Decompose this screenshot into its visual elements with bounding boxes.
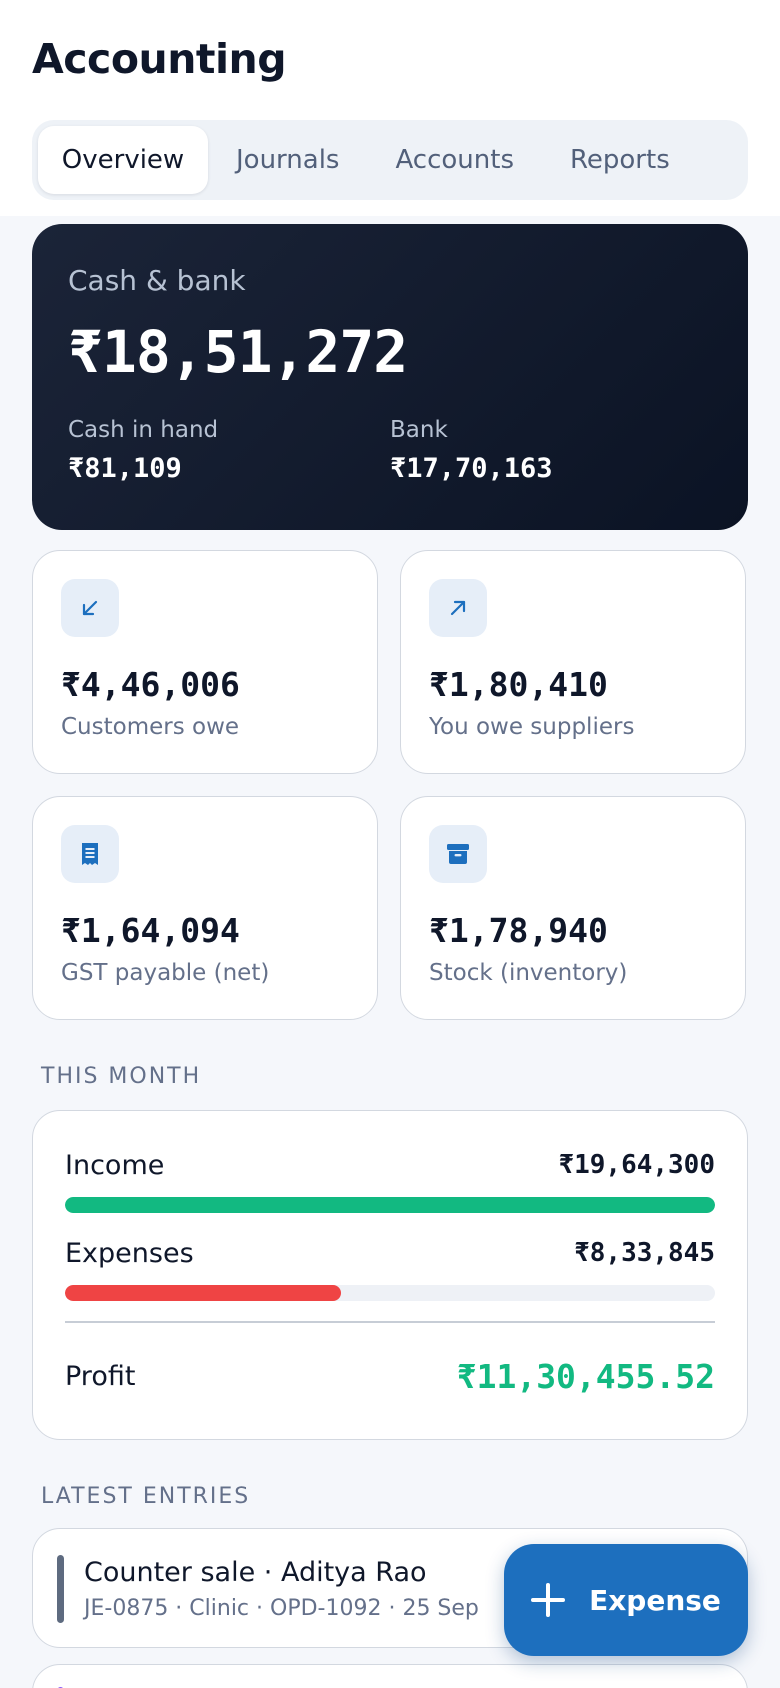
tab-reports[interactable]: Reports — [542, 126, 698, 194]
tab-overview[interactable]: Overview — [38, 126, 208, 194]
cash-in-hand-value: ₹81,109 — [68, 453, 182, 484]
income-label: Income — [65, 1149, 165, 1181]
header: Accounting Overview Journals Accounts Re… — [0, 0, 780, 216]
cash-bank-card[interactable]: Cash & bank ₹18,51,272 Cash in hand ₹81,… — [32, 224, 748, 530]
payables-label: You owe suppliers — [429, 714, 635, 740]
profit-row: Profit ₹11,30,455.52 — [65, 1355, 715, 1399]
receivables-value: ₹4,46,006 — [61, 665, 240, 704]
page-title: Accounting — [32, 35, 287, 83]
gst-card[interactable]: ₹1,64,094 GST payable (net) — [32, 796, 378, 1020]
expenses-bar-fill — [65, 1285, 341, 1301]
bank-balance: Bank ₹17,70,163 — [390, 414, 712, 488]
arrow-up-right-icon — [429, 579, 487, 637]
cash-bank-label: Cash & bank — [68, 264, 246, 297]
cash-in-hand-label: Cash in hand — [68, 417, 219, 443]
tab-journals[interactable]: Journals — [208, 126, 367, 194]
cash-bank-total: ₹18,51,272 — [68, 318, 408, 386]
entry-meta: JE-0875 · Clinic · OPD-1092 · 25 Sep — [84, 1596, 479, 1621]
cash-in-hand: Cash in hand ₹81,109 — [68, 414, 390, 488]
arrow-down-left-icon — [61, 579, 119, 637]
income-value: ₹19,64,300 — [558, 1150, 715, 1180]
divider — [65, 1321, 715, 1323]
income-bar-fill — [65, 1197, 715, 1213]
gst-label: GST payable (net) — [61, 960, 270, 986]
entry-title: Counter sale · Aditya Rao — [84, 1557, 427, 1588]
this-month-card: Income ₹19,64,300 Expenses ₹8,33,845 Pro… — [32, 1110, 748, 1440]
overview-content: Cash & bank ₹18,51,272 Cash in hand ₹81,… — [0, 216, 780, 1688]
add-expense-button[interactable]: Expense — [504, 1544, 748, 1656]
tab-bar: Overview Journals Accounts Reports — [32, 120, 748, 200]
profit-value: ₹11,30,455.52 — [456, 1357, 715, 1396]
latest-entries-heading: LATEST ENTRIES — [41, 1484, 251, 1509]
this-month-heading: THIS MONTH — [41, 1064, 202, 1089]
expenses-bar — [65, 1285, 715, 1301]
entry-text: Counter sale · Aditya Rao JE-0875 · Clin… — [84, 1555, 479, 1647]
entry-type-stripe — [57, 1555, 64, 1623]
list-item[interactable] — [32, 1664, 748, 1688]
expenses-label: Expenses — [65, 1237, 194, 1269]
stock-value: ₹1,78,940 — [429, 911, 608, 950]
tab-accounts[interactable]: Accounts — [367, 126, 542, 194]
payables-card[interactable]: ₹1,80,410 You owe suppliers — [400, 550, 746, 774]
bank-label: Bank — [390, 417, 448, 443]
receivables-label: Customers owe — [61, 714, 240, 740]
add-expense-label: Expense — [589, 1583, 721, 1617]
income-row: Income ₹19,64,300 — [65, 1147, 715, 1183]
archive-box-icon — [429, 825, 487, 883]
receipt-icon — [61, 825, 119, 883]
stock-label: Stock (inventory) — [429, 960, 628, 986]
receivables-card[interactable]: ₹4,46,006 Customers owe — [32, 550, 378, 774]
gst-value: ₹1,64,094 — [61, 911, 240, 950]
payables-value: ₹1,80,410 — [429, 665, 608, 704]
expenses-row: Expenses ₹8,33,845 — [65, 1235, 715, 1271]
expenses-value: ₹8,33,845 — [574, 1238, 715, 1268]
plus-icon — [531, 1583, 566, 1617]
income-bar — [65, 1197, 715, 1213]
profit-label: Profit — [65, 1361, 136, 1392]
cash-bank-split: Cash in hand ₹81,109 Bank ₹17,70,163 — [68, 414, 712, 488]
stock-card[interactable]: ₹1,78,940 Stock (inventory) — [400, 796, 746, 1020]
bank-value: ₹17,70,163 — [390, 453, 553, 484]
stats-grid: ₹4,46,006 Customers owe ₹1,80,410 You ow… — [32, 550, 748, 1020]
